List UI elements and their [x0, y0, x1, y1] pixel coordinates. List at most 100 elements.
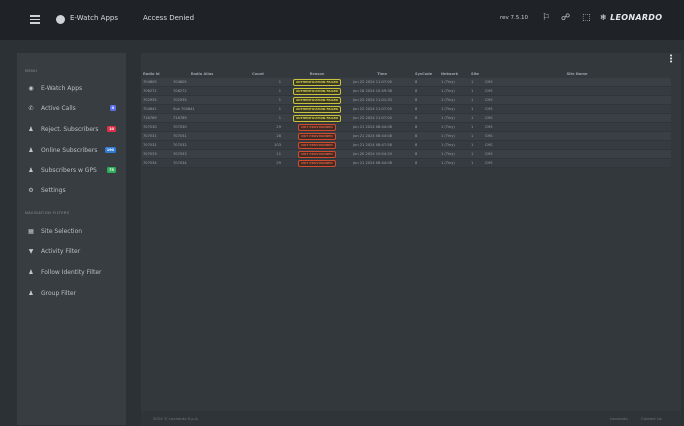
table-row[interactable]: 707032 707032 103 NOT PROVISIONED Jun 21 202…: [141, 140, 671, 150]
copyright-text: 2024 © Leonardo S.p.A.: [153, 416, 199, 421]
table-cell: CHS: [485, 107, 493, 111]
table-cell: 1: [471, 134, 474, 138]
filter-follow-identity[interactable]: ♟ Follow Identity Filter: [17, 263, 126, 281]
table-cell: 702935: [173, 98, 187, 102]
table-cell: 1: [278, 116, 281, 120]
table-cell: 716789: [143, 116, 157, 120]
table-row[interactable]: 707033 707033 11 NOT PROVISIONED Jun 20 2024…: [141, 149, 671, 159]
table-row[interactable]: 706272 706272 1 AUTHENTICATION FAILED Jun 18…: [141, 86, 671, 96]
menu-section-label: MENU: [25, 69, 38, 73]
phone-icon: ✆: [28, 104, 34, 112]
filter-activity[interactable]: ▼ Activity Filter: [17, 242, 126, 260]
more-options-icon[interactable]: • • •: [669, 53, 673, 66]
filter-label: Activity Filter: [41, 247, 81, 255]
hamburger-menu-icon[interactable]: [30, 15, 40, 24]
table-cell: Jun 21 2024 08:44:08: [353, 134, 392, 138]
filter-label: Site Selection: [41, 227, 83, 235]
table-cell: AUTHENTICATION FAILED: [283, 96, 351, 105]
table-cell: 1: [471, 107, 474, 111]
table-cell: AUTHENTICATION FAILED: [283, 87, 351, 96]
table-cell: 706272: [173, 89, 187, 93]
table-cell: 707033: [173, 152, 187, 156]
table-cell: CHS: [485, 125, 493, 129]
table-cell: 707034: [143, 161, 157, 165]
table-cell: 1 (Tiny): [441, 152, 455, 156]
column-header[interactable]: Site Name: [483, 69, 671, 78]
table-row[interactable]: 704805 704805 1 AUTHENTICATION FAILED Jun 22…: [141, 78, 671, 87]
footer-link-leonardo[interactable]: Leonardo: [610, 416, 628, 421]
user-x-icon: ♟: [28, 125, 34, 133]
reason-badge: AUTHENTICATION FAILED: [292, 96, 342, 104]
column-header[interactable]: Network: [439, 69, 469, 78]
filter-group[interactable]: ♟ Group Filter: [17, 284, 126, 302]
bell-icon[interactable]: ⚐: [542, 13, 550, 23]
table-cell: 103: [274, 143, 281, 147]
sidebar-item-label: Active Calls: [41, 104, 76, 112]
table-cell: 1 (Tiny): [441, 161, 455, 165]
table-row[interactable]: 707034 707034 29 NOT PROVISIONED Jun 21 2024…: [141, 158, 671, 168]
column-header[interactable]: Count: [233, 69, 283, 78]
grid-icon: ▦: [28, 227, 34, 235]
sidebar-item-rejected-subscribers[interactable]: ♟ Reject. Subscribers 10: [17, 120, 126, 138]
table-cell: 1 (Tiny): [441, 89, 455, 93]
table-cell: 8: [415, 152, 418, 156]
table-cell: 707032: [173, 143, 187, 147]
table-cell: Jun 21 2024 08:44:08: [353, 125, 392, 129]
gear-icon: ⚙: [28, 186, 34, 194]
table-cell: 28: [276, 134, 281, 138]
table-cell: CHS: [485, 98, 493, 102]
filter-icon: ▼: [28, 247, 34, 255]
table-header-row: Radio Id Radio Alias Count Reason Time S…: [141, 69, 671, 78]
column-header[interactable]: Time: [351, 69, 413, 78]
column-header[interactable]: SysCode: [413, 69, 439, 78]
column-header[interactable]: Reason: [283, 69, 351, 78]
table-row[interactable]: 702935 702935 1 AUTHENTICATION FAILED Jun 22…: [141, 95, 671, 105]
table-cell: 1: [471, 98, 474, 102]
sidebar-item-subscribers-gps[interactable]: ♟ Subscribers w GPS 75: [17, 161, 126, 179]
sidebar: MENU ◉ E-Watch Apps ✆ Active Calls 0 ♟ R…: [17, 53, 126, 425]
table-cell: 1 (Tiny): [441, 80, 455, 84]
table-cell: 716789: [173, 116, 187, 120]
table-cell: Jun 20 2024 15:04:29: [353, 152, 392, 156]
table-cell: 1: [471, 152, 474, 156]
table-cell: CHS: [485, 152, 493, 156]
column-header[interactable]: Site: [469, 69, 483, 78]
sidebar-item-online-subscribers[interactable]: ♟ Online Subscribers 190: [17, 141, 126, 159]
table-row[interactable]: 707030 707030 29 NOT PROVISIONED Jun 21 2024…: [141, 122, 671, 132]
filter-site-selection[interactable]: ▦ Site Selection: [17, 222, 126, 240]
filter-label: Group Filter: [41, 289, 77, 297]
footer-link-contact[interactable]: Contact Us: [641, 416, 662, 421]
table-cell: CHS: [485, 161, 493, 165]
table-cell: 707031: [143, 134, 157, 138]
footer: 2024 © Leonardo S.p.A. Leonardo Contact …: [141, 411, 681, 426]
app-title[interactable]: E-Watch Apps: [70, 14, 118, 22]
users-gps-icon: ♟: [28, 166, 34, 174]
sidebar-item-settings[interactable]: ⚙ Settings: [17, 181, 126, 199]
table-cell: 11: [276, 152, 281, 156]
table-cell: NOT PROVISIONED: [283, 159, 351, 168]
sidebar-item-ewatch-apps[interactable]: ◉ E-Watch Apps: [17, 79, 126, 97]
column-header[interactable]: Radio Alias: [171, 69, 233, 78]
group-icon: ♟: [28, 289, 34, 297]
table-row[interactable]: 704841 Sub 704841 1 AUTHENTICATION FAILED Ju…: [141, 104, 671, 114]
link-icon[interactable]: ☍: [561, 13, 570, 23]
table-cell: CHS: [485, 80, 493, 84]
table-cell: Jun 21 2024 08:47:58: [353, 143, 392, 147]
table-cell: 29: [276, 125, 281, 129]
table-row[interactable]: 716789 716789 1 AUTHENTICATION FAILED Jun 22…: [141, 113, 671, 123]
table-cell: AUTHENTICATION FAILED: [283, 78, 351, 87]
table-cell: 1: [278, 89, 281, 93]
sidebar-item-label: Settings: [41, 186, 66, 194]
column-header[interactable]: Radio Id: [141, 69, 171, 78]
table-cell: Jun 22 2024 11:01:33: [353, 98, 392, 102]
revision-label: rev 7.5.10: [500, 15, 529, 21]
fullscreen-icon[interactable]: ⬚: [582, 13, 591, 23]
table-cell: 1: [471, 161, 474, 165]
sidebar-item-label: Reject. Subscribers: [41, 125, 99, 133]
brand-logo: ❄ LEONARDO: [600, 13, 663, 22]
table-cell: 8: [415, 143, 418, 147]
follow-user-icon: ♟: [28, 268, 34, 276]
table-cell: CHS: [485, 143, 493, 147]
table-row[interactable]: 707031 707031 28 NOT PROVISIONED Jun 21 2024…: [141, 131, 671, 141]
sidebar-item-active-calls[interactable]: ✆ Active Calls 0: [17, 99, 126, 117]
